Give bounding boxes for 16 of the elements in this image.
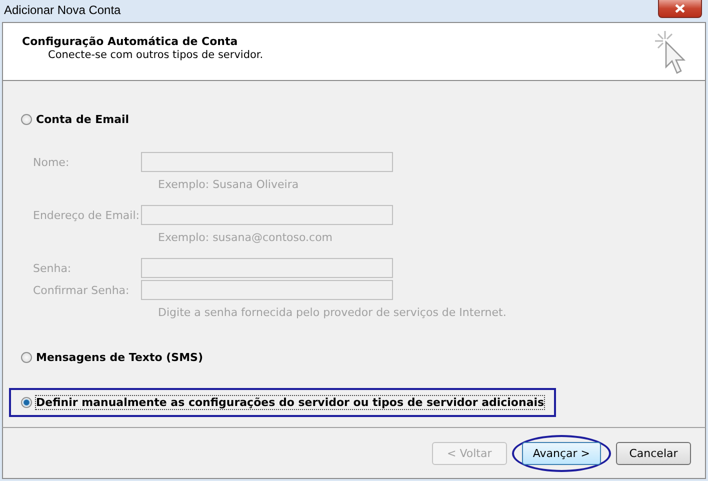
field-label: Endereço de Email: bbox=[33, 208, 140, 222]
field-hint: Exemplo: susana@contoso.com bbox=[157, 230, 334, 246]
radio-option[interactable]: Definir manualmente as configurações do servidor ou tipos de servidor adicionais bbox=[21, 396, 544, 409]
field-label: Confirmar Senha: bbox=[33, 284, 130, 296]
radio-option[interactable]: Mensagens de Texto (SMS) bbox=[21, 351, 204, 364]
header-subtitle: Conecte-se com outros tipos de servidor. bbox=[47, 49, 264, 61]
close-button[interactable] bbox=[658, 0, 702, 18]
dialog-button[interactable]: Cancelar bbox=[616, 442, 691, 464]
window-title: Adicionar Nova Conta bbox=[3, 2, 121, 17]
field-hint: Exemplo: Susana Oliveira bbox=[157, 177, 300, 193]
next-button[interactable]: Avançar > bbox=[522, 442, 601, 464]
field-hint: Digite a senha fornecida pelo provedor de serviços de Internet. bbox=[157, 305, 508, 321]
field-label: Nome: bbox=[33, 156, 70, 168]
header-title: Configuração Automática de Conta bbox=[22, 35, 239, 48]
field-label: Senha: bbox=[33, 262, 72, 274]
close-icon bbox=[675, 4, 685, 13]
